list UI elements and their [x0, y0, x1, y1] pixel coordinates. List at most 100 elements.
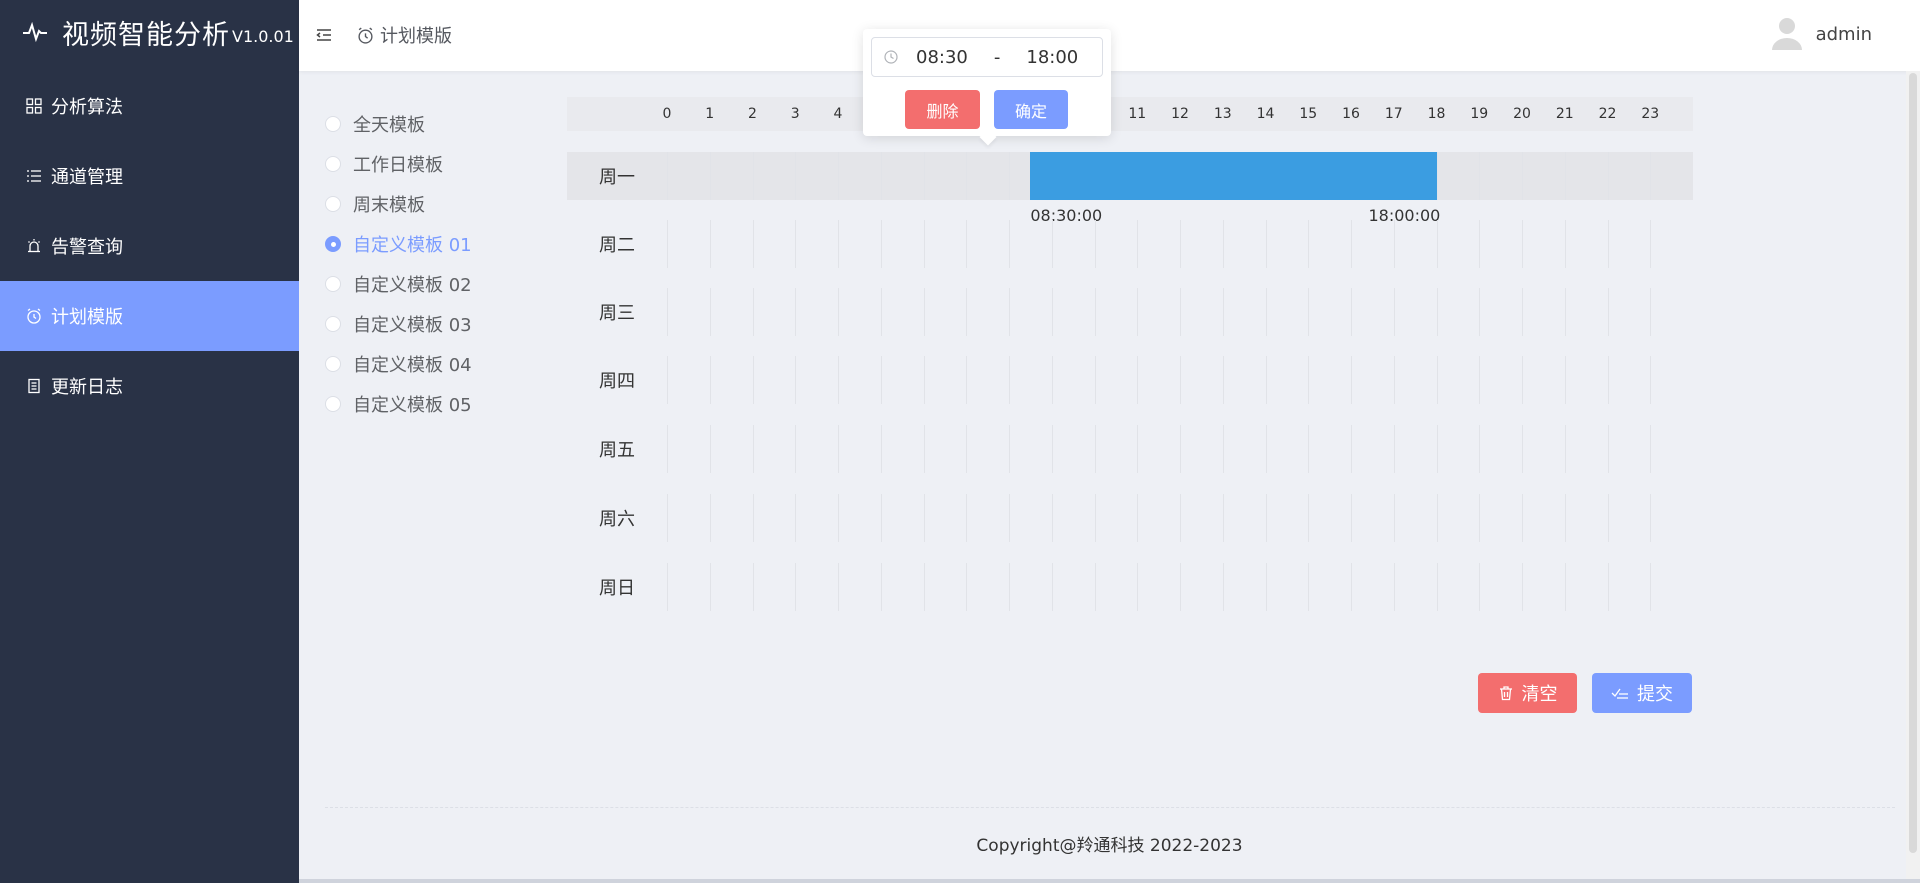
hour-cell[interactable] — [1607, 288, 1651, 336]
hour-cell[interactable] — [1308, 425, 1351, 473]
template-radio[interactable]: 自定义模板 03 — [325, 304, 472, 344]
hour-cell[interactable] — [1522, 494, 1565, 542]
hour-cell[interactable] — [1222, 425, 1266, 473]
hour-cell[interactable] — [1650, 563, 1693, 611]
hour-cell[interactable] — [667, 288, 710, 336]
template-radio[interactable]: 自定义模板 01 — [325, 224, 472, 264]
hour-cell[interactable] — [1009, 288, 1052, 336]
hour-cell[interactable] — [1180, 563, 1223, 611]
hour-cell[interactable] — [966, 152, 1009, 200]
template-radio[interactable]: 自定义模板 04 — [325, 344, 472, 384]
hour-cell[interactable] — [1137, 563, 1180, 611]
hour-cell[interactable] — [1393, 494, 1437, 542]
hour-cell[interactable] — [1607, 220, 1651, 268]
hour-cell[interactable] — [752, 425, 796, 473]
hour-cell[interactable] — [880, 494, 924, 542]
hour-cell[interactable] — [667, 220, 710, 268]
hour-cell[interactable] — [667, 563, 710, 611]
hour-cell[interactable] — [1564, 220, 1608, 268]
template-radio[interactable]: 周末模板 — [325, 184, 472, 224]
hour-cell[interactable] — [1137, 494, 1180, 542]
hour-cell[interactable] — [1265, 494, 1309, 542]
hour-cell[interactable] — [1564, 563, 1608, 611]
hour-cell[interactable] — [667, 494, 710, 542]
radio-dot[interactable] — [325, 156, 341, 172]
hour-cell[interactable] — [1180, 220, 1223, 268]
sidebar-item-channels[interactable]: 通道管理 — [0, 141, 299, 211]
hour-cell[interactable] — [966, 425, 1009, 473]
hour-cell[interactable] — [923, 152, 967, 200]
radio-dot[interactable] — [325, 116, 341, 132]
hour-cell[interactable] — [966, 494, 1009, 542]
hour-cell[interactable] — [966, 220, 1009, 268]
hour-cell[interactable] — [1308, 220, 1351, 268]
hour-cell[interactable] — [795, 288, 838, 336]
hour-cell[interactable] — [1308, 288, 1351, 336]
hour-cell[interactable] — [1436, 288, 1480, 336]
hour-cell[interactable] — [966, 563, 1009, 611]
hour-cell[interactable] — [1222, 494, 1266, 542]
hour-cell[interactable] — [1479, 220, 1522, 268]
hour-cell[interactable] — [1522, 425, 1565, 473]
hour-cell[interactable] — [1094, 563, 1138, 611]
hour-cell[interactable] — [1393, 288, 1437, 336]
hour-cell[interactable] — [966, 356, 1009, 404]
range-end[interactable]: 18:00 — [1026, 47, 1078, 68]
hour-cell[interactable] — [709, 288, 753, 336]
hour-cell[interactable] — [1564, 288, 1608, 336]
hour-cell[interactable] — [1607, 425, 1651, 473]
time-segment[interactable] — [1030, 152, 1437, 200]
hour-cell[interactable] — [1265, 220, 1309, 268]
hour-cell[interactable] — [880, 356, 924, 404]
hour-cell[interactable] — [1351, 220, 1394, 268]
hour-cell[interactable] — [667, 356, 710, 404]
hour-cell[interactable] — [1607, 356, 1651, 404]
hour-cell[interactable] — [1393, 563, 1437, 611]
hour-cell[interactable] — [838, 220, 881, 268]
hour-cell[interactable] — [1094, 425, 1138, 473]
hour-cell[interactable] — [1051, 563, 1095, 611]
hour-cell[interactable] — [795, 494, 838, 542]
hour-cell[interactable] — [1436, 425, 1480, 473]
hour-cell[interactable] — [1180, 425, 1223, 473]
hour-cell[interactable] — [1009, 220, 1052, 268]
hour-cell[interactable] — [1436, 563, 1480, 611]
hour-cell[interactable] — [1564, 425, 1608, 473]
hour-cell[interactable] — [795, 563, 838, 611]
hour-cell[interactable] — [1222, 563, 1266, 611]
hour-cell[interactable] — [1436, 152, 1480, 200]
hour-cell[interactable] — [923, 288, 967, 336]
hour-cell[interactable] — [1522, 220, 1565, 268]
hour-cell[interactable] — [1351, 356, 1394, 404]
radio-dot[interactable] — [325, 196, 341, 212]
hour-cell[interactable] — [709, 494, 753, 542]
hour-cell[interactable] — [923, 563, 967, 611]
hour-cell[interactable] — [923, 494, 967, 542]
hour-cell[interactable] — [1308, 494, 1351, 542]
hour-cell[interactable] — [1607, 494, 1651, 542]
hour-cell[interactable] — [966, 288, 1009, 336]
hour-cell[interactable] — [1479, 494, 1522, 542]
hour-cell[interactable] — [838, 425, 881, 473]
hour-cell[interactable] — [923, 220, 967, 268]
hour-cell[interactable] — [1009, 494, 1052, 542]
hour-cell[interactable] — [1265, 288, 1309, 336]
hour-cell[interactable] — [1479, 563, 1522, 611]
hour-cell[interactable] — [923, 356, 967, 404]
delete-button[interactable]: 删除 — [905, 90, 980, 129]
hour-cell[interactable] — [1137, 425, 1180, 473]
hour-cell[interactable] — [1051, 425, 1095, 473]
scrollbar-thumb[interactable] — [1909, 73, 1917, 853]
hour-cell[interactable] — [667, 152, 710, 200]
hour-cell[interactable] — [880, 152, 924, 200]
radio-dot[interactable] — [325, 236, 341, 252]
hour-cell[interactable] — [838, 288, 881, 336]
hour-cell[interactable] — [1479, 288, 1522, 336]
hour-cell[interactable] — [667, 425, 710, 473]
radio-dot[interactable] — [325, 396, 341, 412]
hour-cell[interactable] — [1650, 288, 1693, 336]
hour-cell[interactable] — [1479, 152, 1522, 200]
hour-cell[interactable] — [1351, 563, 1394, 611]
hour-cell[interactable] — [752, 494, 796, 542]
range-start[interactable]: 08:30 — [916, 47, 968, 68]
